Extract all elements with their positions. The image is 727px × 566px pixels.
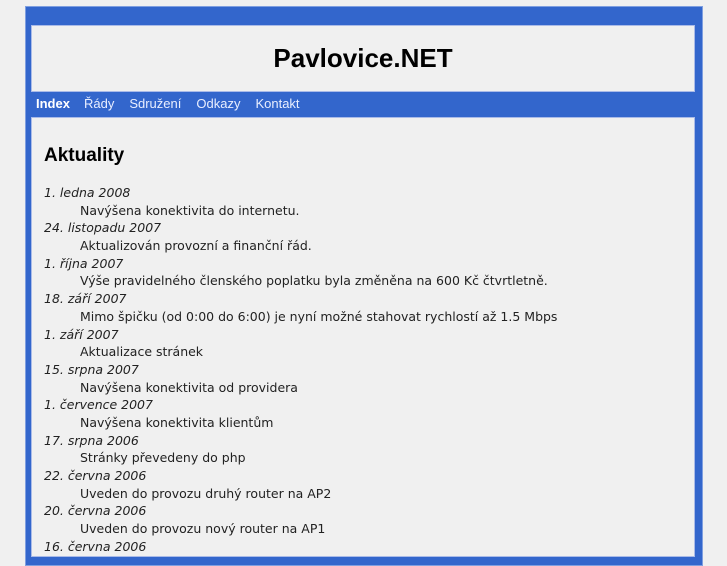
news-date: 20. června 2006 [44,503,147,519]
news-date: 1. října 2007 [44,255,124,271]
nav-rady[interactable]: Řády [84,95,114,115]
nav-sdruzeni[interactable]: Sdružení [129,95,181,115]
news-date: 24. listopadu 2007 [44,220,162,236]
nav-odkazy[interactable]: Odkazy [196,95,240,115]
news-date: 18. září 2007 [44,291,127,307]
news-date: 16. června 2006 [44,538,147,554]
news-text: Navýšena konektivita od providera [80,379,298,395]
page-heading: Aktuality [44,145,125,166]
nav-kontakt[interactable]: Kontakt [255,95,299,115]
news-date: 1. září 2007 [44,326,119,342]
news-text: Navýšena konektivita klientům [80,414,274,430]
news-date: 15. srpna 2007 [44,361,139,377]
news-text: Mimo špičku (od 0:00 do 6:00) je nyní mo… [80,308,558,324]
news-date: 1. ledna 2008 [44,185,131,200]
news-text: Uveden do provozu nový router na AP1 [80,521,326,537]
news-text: Uveden do provozu druhý router na AP2 [80,485,332,501]
news-text: Výše pravidelného členského poplatku byl… [80,273,548,289]
news-date: 17. srpna 2006 [44,432,139,448]
nav-index[interactable]: Index [36,95,70,115]
site-header: Pavlovice.NET [31,25,695,92]
news-text: Aktualizace stránek [80,344,204,360]
news-text: Navýšena konektivita do internetu. [80,202,300,218]
main-nav: Index Řády Sdružení Odkazy Kontakt [36,95,315,115]
news-list: 1. ledna 2008 Navýšena konektivita do int… [44,184,682,555]
news-date: 1. července 2007 [44,397,153,413]
news-text: Stránky převedeny do php [80,450,246,466]
news-date: 22. června 2006 [44,468,147,483]
content-area: Aktuality 1. ledna 2008 Navýšena konektiv… [31,117,695,557]
news-text: Aktualizován provozní a finanční řád. [80,238,312,254]
site-title: Pavlovice.NET [273,43,453,73]
